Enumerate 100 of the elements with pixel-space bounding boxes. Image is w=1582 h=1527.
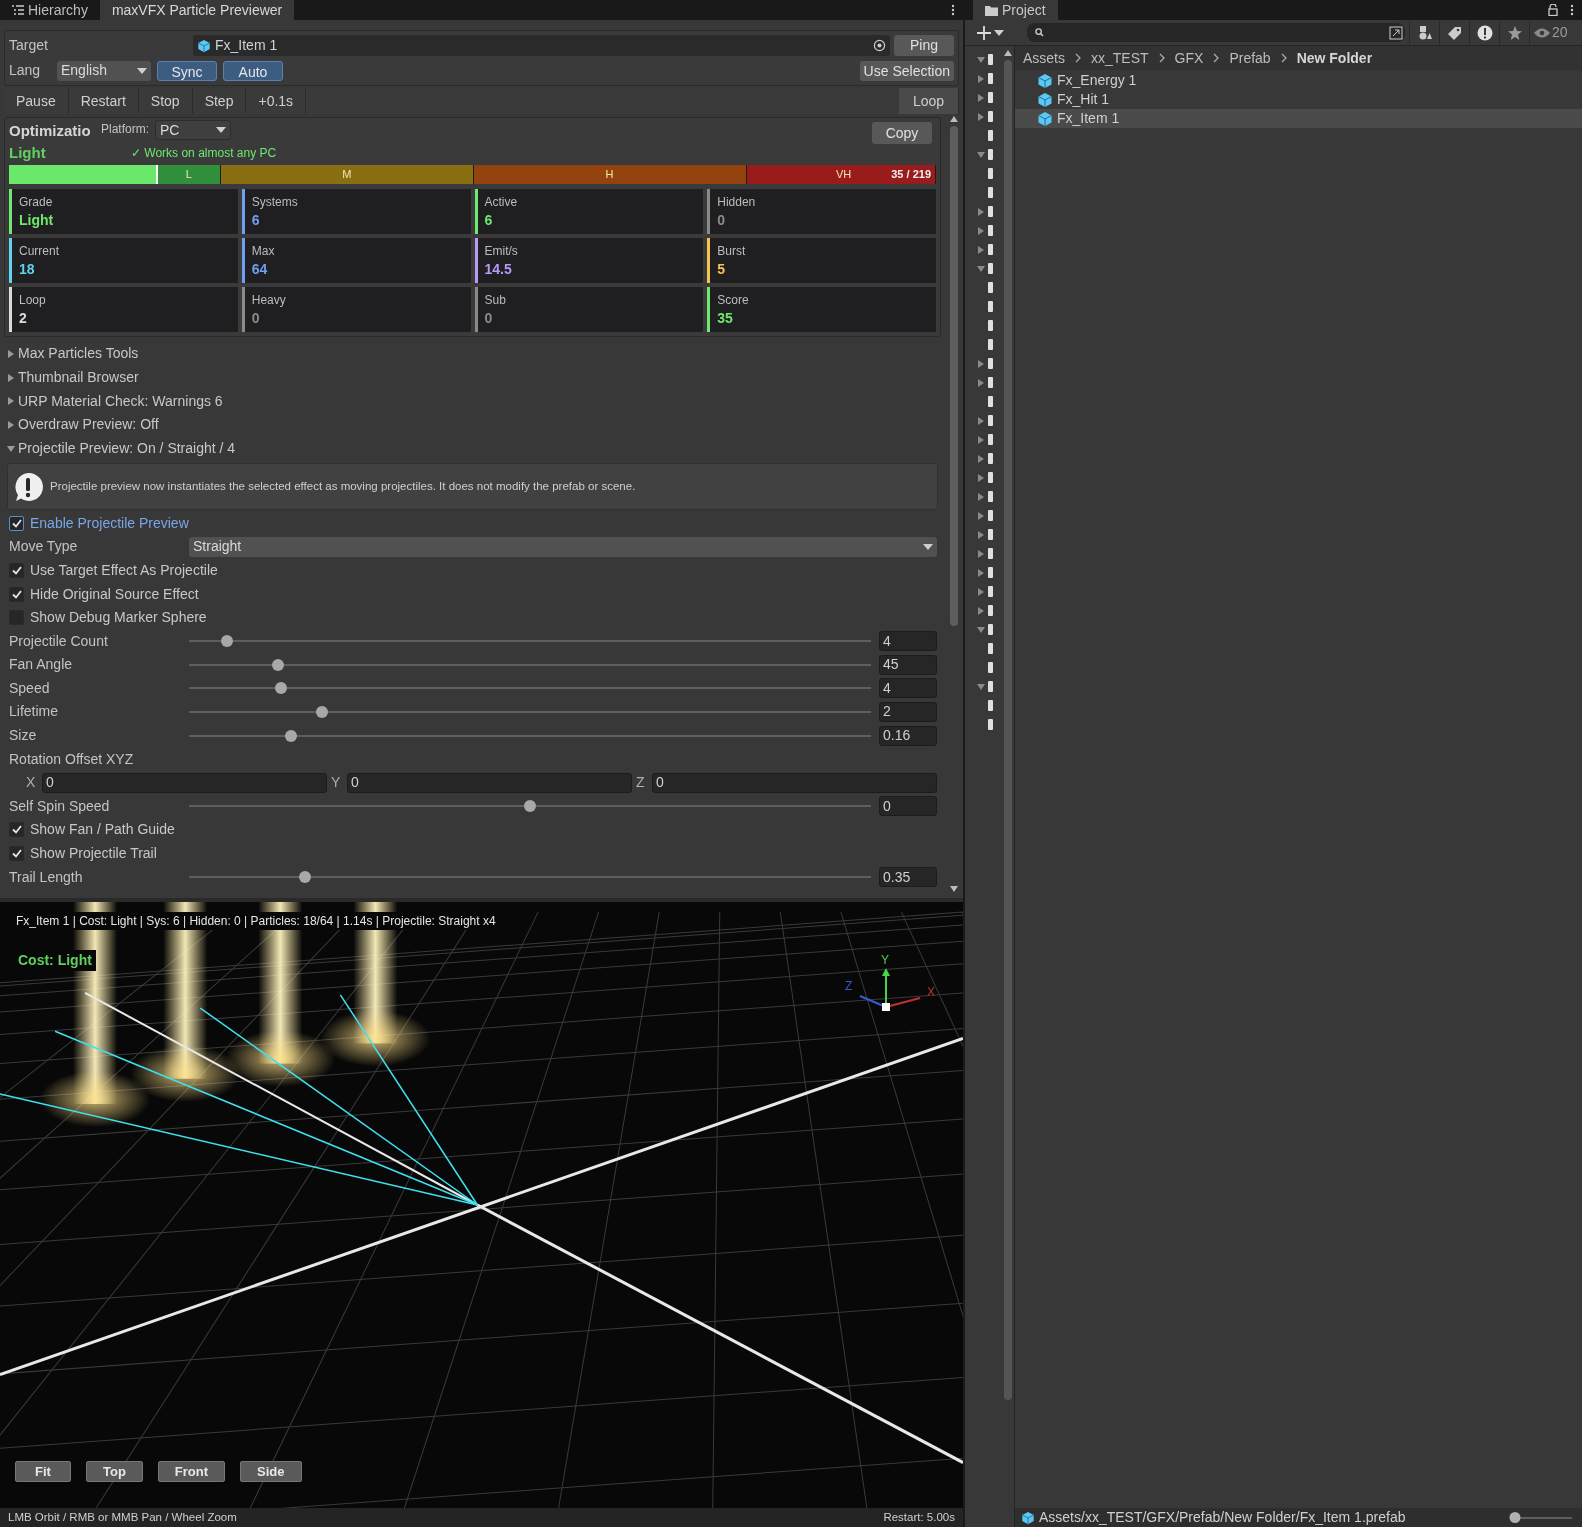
collapsed-arrow-icon[interactable] [977, 226, 985, 235]
number-field[interactable]: 0 [42, 772, 327, 793]
foldout-header[interactable]: URP Material Check: Warnings 6 [0, 389, 945, 414]
foldout-header[interactable]: Projectile Preview: On / Straight / 4 [0, 436, 945, 461]
view-button[interactable]: Side [240, 1461, 302, 1482]
view-button[interactable]: Fit [15, 1461, 71, 1482]
view-button[interactable]: Top [86, 1461, 143, 1482]
breadcrumb[interactable]: New Folder [1296, 47, 1373, 69]
slider-thumb[interactable] [524, 800, 536, 813]
number-field[interactable]: 2 [879, 702, 937, 722]
view-button[interactable]: Front [157, 1461, 226, 1482]
checkbox[interactable] [9, 846, 24, 862]
stat-value: 18 [19, 260, 36, 279]
scroll-up-icon[interactable] [1004, 50, 1012, 56]
expanded-arrow-icon[interactable] [977, 55, 985, 64]
asset-item[interactable]: Fx_Energy 1 [1015, 71, 1582, 90]
asset-item[interactable]: Fx_Item 1 [1015, 109, 1582, 128]
panel-tab[interactable]: Project [973, 0, 1058, 20]
foldout-header[interactable]: Thumbnail Browser [0, 365, 945, 390]
axis-gizmo-drawing[interactable]: Y Z X [845, 954, 940, 1016]
breadcrumb[interactable]: Prefab [1229, 47, 1271, 69]
checkbox[interactable] [9, 562, 24, 578]
scene-viewport[interactable]: Fx_Item 1 | Cost: Light | Sys: 6 | Hidden: 0 | Particles: 18/64 | 1.14s | Projectile: Straight x4 Cost: Light Y Z X Fit Top Front Side [0, 898, 963, 1508]
collapsed-arrow-icon[interactable] [977, 492, 985, 501]
foldout-header[interactable]: Overdraw Preview: Off [0, 413, 945, 437]
collapsed-arrow-icon[interactable] [977, 587, 985, 596]
icon-size-slider[interactable] [1510, 1511, 1572, 1524]
ping-button[interactable]: Ping [894, 35, 954, 56]
slider-track[interactable] [189, 634, 871, 649]
collapsed-arrow-icon[interactable] [977, 74, 985, 83]
number-field[interactable]: 0.35 [879, 867, 937, 888]
slider-track[interactable] [189, 705, 871, 719]
number-field[interactable]: 0 [652, 772, 937, 793]
expanded-arrow-icon[interactable] [977, 682, 985, 691]
slider-track[interactable] [189, 799, 871, 814]
slider-thumb[interactable] [298, 871, 311, 884]
toggle-button[interactable]: Auto [223, 60, 283, 81]
collapsed-arrow-icon[interactable] [977, 416, 985, 425]
slider-thumb[interactable] [316, 706, 328, 718]
foldout-header[interactable]: Max Particles Tools [0, 342, 945, 366]
collapsed-arrow-icon[interactable] [977, 359, 985, 368]
breadcrumb[interactable]: Assets [1023, 47, 1065, 69]
number-field[interactable]: 4 [879, 631, 937, 652]
lock-icon[interactable] [1548, 4, 1558, 16]
collapsed-arrow-icon[interactable] [977, 530, 985, 539]
collapsed-arrow-icon[interactable] [977, 473, 985, 482]
expanded-arrow-icon[interactable] [977, 264, 985, 273]
search-options-icon[interactable] [1389, 25, 1403, 40]
collapsed-arrow-icon[interactable] [977, 454, 985, 463]
move-type-dropdown[interactable]: Straight [189, 536, 937, 557]
checkbox[interactable] [9, 515, 24, 531]
slider-track[interactable] [189, 870, 871, 885]
eye-icon[interactable] [1534, 27, 1550, 38]
breadcrumb[interactable]: GFX [1174, 47, 1204, 69]
number-field[interactable]: 0.16 [879, 725, 937, 746]
checkbox[interactable] [9, 586, 24, 602]
checkbox[interactable] [9, 822, 24, 838]
platform-dropdown[interactable]: PC [155, 120, 231, 140]
slider-track[interactable] [189, 681, 871, 696]
more-menu-icon[interactable] [1570, 4, 1574, 16]
use-selection-button[interactable]: Use Selection [859, 60, 954, 81]
toggle-button[interactable]: Sync [157, 60, 217, 81]
slider-track[interactable] [189, 657, 871, 672]
more-menu-icon[interactable] [951, 4, 955, 16]
slider-thumb[interactable] [220, 635, 233, 648]
collapsed-arrow-icon[interactable] [977, 207, 985, 216]
expanded-arrow-icon[interactable] [977, 625, 985, 634]
slider-track[interactable] [189, 728, 871, 743]
number-field[interactable]: 4 [879, 678, 937, 699]
scrollbar-thumb[interactable] [1004, 60, 1012, 1400]
collapsed-arrow-icon[interactable] [977, 606, 985, 615]
folder-stub-icon [988, 434, 993, 445]
scroll-down-icon[interactable] [950, 886, 958, 892]
slider-thumb[interactable] [271, 658, 284, 671]
number-field[interactable]: 45 [879, 654, 937, 675]
panel-tab[interactable]: Hierarchy [0, 0, 100, 20]
expanded-arrow-icon[interactable] [977, 150, 985, 159]
object-field[interactable]: Fx_Item 1 [193, 35, 890, 56]
collapsed-arrow-icon[interactable] [977, 378, 985, 387]
number-field[interactable]: 0 [879, 796, 937, 817]
collapsed-arrow-icon[interactable] [977, 511, 985, 520]
slider-thumb[interactable] [275, 682, 288, 695]
collapsed-arrow-icon[interactable] [977, 245, 985, 254]
collapsed-arrow-icon[interactable] [977, 568, 985, 577]
collapsed-arrow-icon[interactable] [977, 93, 985, 102]
collapsed-arrow-icon[interactable] [977, 435, 985, 444]
slider-thumb[interactable] [285, 729, 298, 742]
search-field[interactable] [1027, 23, 1405, 42]
language-dropdown[interactable]: English [57, 60, 151, 81]
copy-button[interactable]: Copy [872, 122, 932, 144]
toolbar-button[interactable]: Loop [899, 88, 959, 114]
number-field[interactable]: 0 [347, 772, 632, 793]
collapsed-arrow-icon[interactable] [977, 112, 985, 121]
panel-tab[interactable]: maxVFX Particle Previewer [99, 0, 295, 20]
asset-item[interactable]: Fx_Hit 1 [1015, 90, 1582, 109]
scroll-up-icon[interactable] [950, 116, 958, 122]
slider-thumb[interactable] [1509, 1512, 1521, 1523]
breadcrumb[interactable]: xx_TEST [1091, 47, 1149, 69]
folder-stub-icon [988, 263, 993, 274]
collapsed-arrow-icon[interactable] [977, 549, 985, 558]
